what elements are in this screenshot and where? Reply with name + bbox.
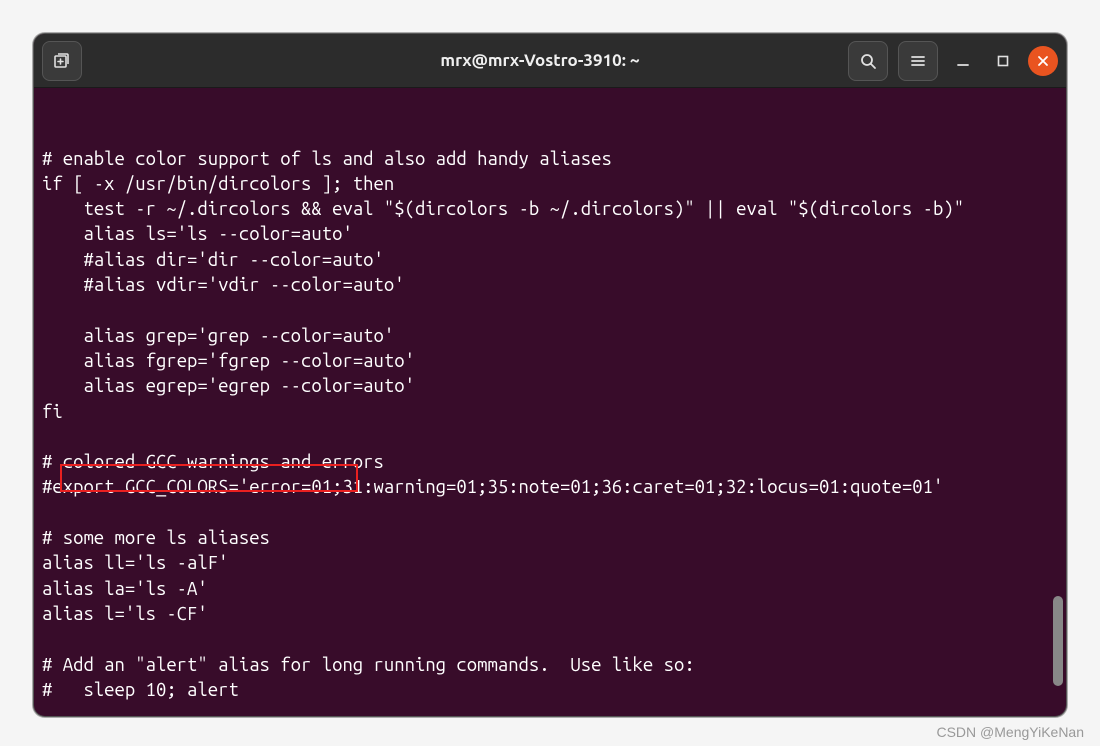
terminal-line: #export GCC_COLORS='error=01;31:warning=… <box>42 475 1058 500</box>
terminal-line <box>42 627 1058 652</box>
titlebar: mrx@mrx-Vostro-3910: ~ <box>34 34 1066 88</box>
terminal-line <box>42 501 1058 526</box>
window-title: mrx@mrx-Vostro-3910: ~ <box>282 51 798 70</box>
watermark: CSDN @MengYiKeNan <box>936 724 1084 740</box>
terminal-line: alias ll='ls -alF' <box>42 551 1058 576</box>
terminal-line: alias l='ls -CF' <box>42 602 1058 627</box>
maximize-button[interactable] <box>988 46 1018 76</box>
terminal-content: # enable color support of ls and also ad… <box>42 147 1058 704</box>
terminal-line: alias fgrep='fgrep --color=auto' <box>42 349 1058 374</box>
terminal-line: # enable color support of ls and also ad… <box>42 147 1058 172</box>
terminal-line: if [ -x /usr/bin/dircolors ]; then <box>42 172 1058 197</box>
scrollbar-thumb[interactable] <box>1053 596 1063 686</box>
terminal-line: # sleep 10; alert <box>42 678 1058 703</box>
close-button[interactable] <box>1028 46 1058 76</box>
terminal-line: fi <box>42 400 1058 425</box>
search-button[interactable] <box>848 41 888 81</box>
terminal-line <box>42 425 1058 450</box>
terminal-line: test -r ~/.dircolors && eval "$(dircolor… <box>42 197 1058 222</box>
minimize-button[interactable] <box>948 46 978 76</box>
terminal-body[interactable]: # enable color support of ls and also ad… <box>34 88 1066 716</box>
terminal-line: alias egrep='egrep --color=auto' <box>42 374 1058 399</box>
terminal-window: mrx@mrx-Vostro-3910: ~ <box>33 33 1067 717</box>
terminal-line: #alias dir='dir --color=auto' <box>42 248 1058 273</box>
terminal-line: alias ls='ls --color=auto' <box>42 222 1058 247</box>
terminal-line: #alias vdir='vdir --color=auto' <box>42 273 1058 298</box>
terminal-line: # some more ls aliases <box>42 526 1058 551</box>
terminal-line: # Add an "alert" alias for long running … <box>42 653 1058 678</box>
terminal-line: # colored GCC warnings and errors <box>42 450 1058 475</box>
terminal-line <box>42 298 1058 323</box>
new-tab-button[interactable] <box>42 41 82 81</box>
terminal-line: alias la='ls -A' <box>42 577 1058 602</box>
hamburger-menu-button[interactable] <box>898 41 938 81</box>
terminal-line: alias grep='grep --color=auto' <box>42 324 1058 349</box>
